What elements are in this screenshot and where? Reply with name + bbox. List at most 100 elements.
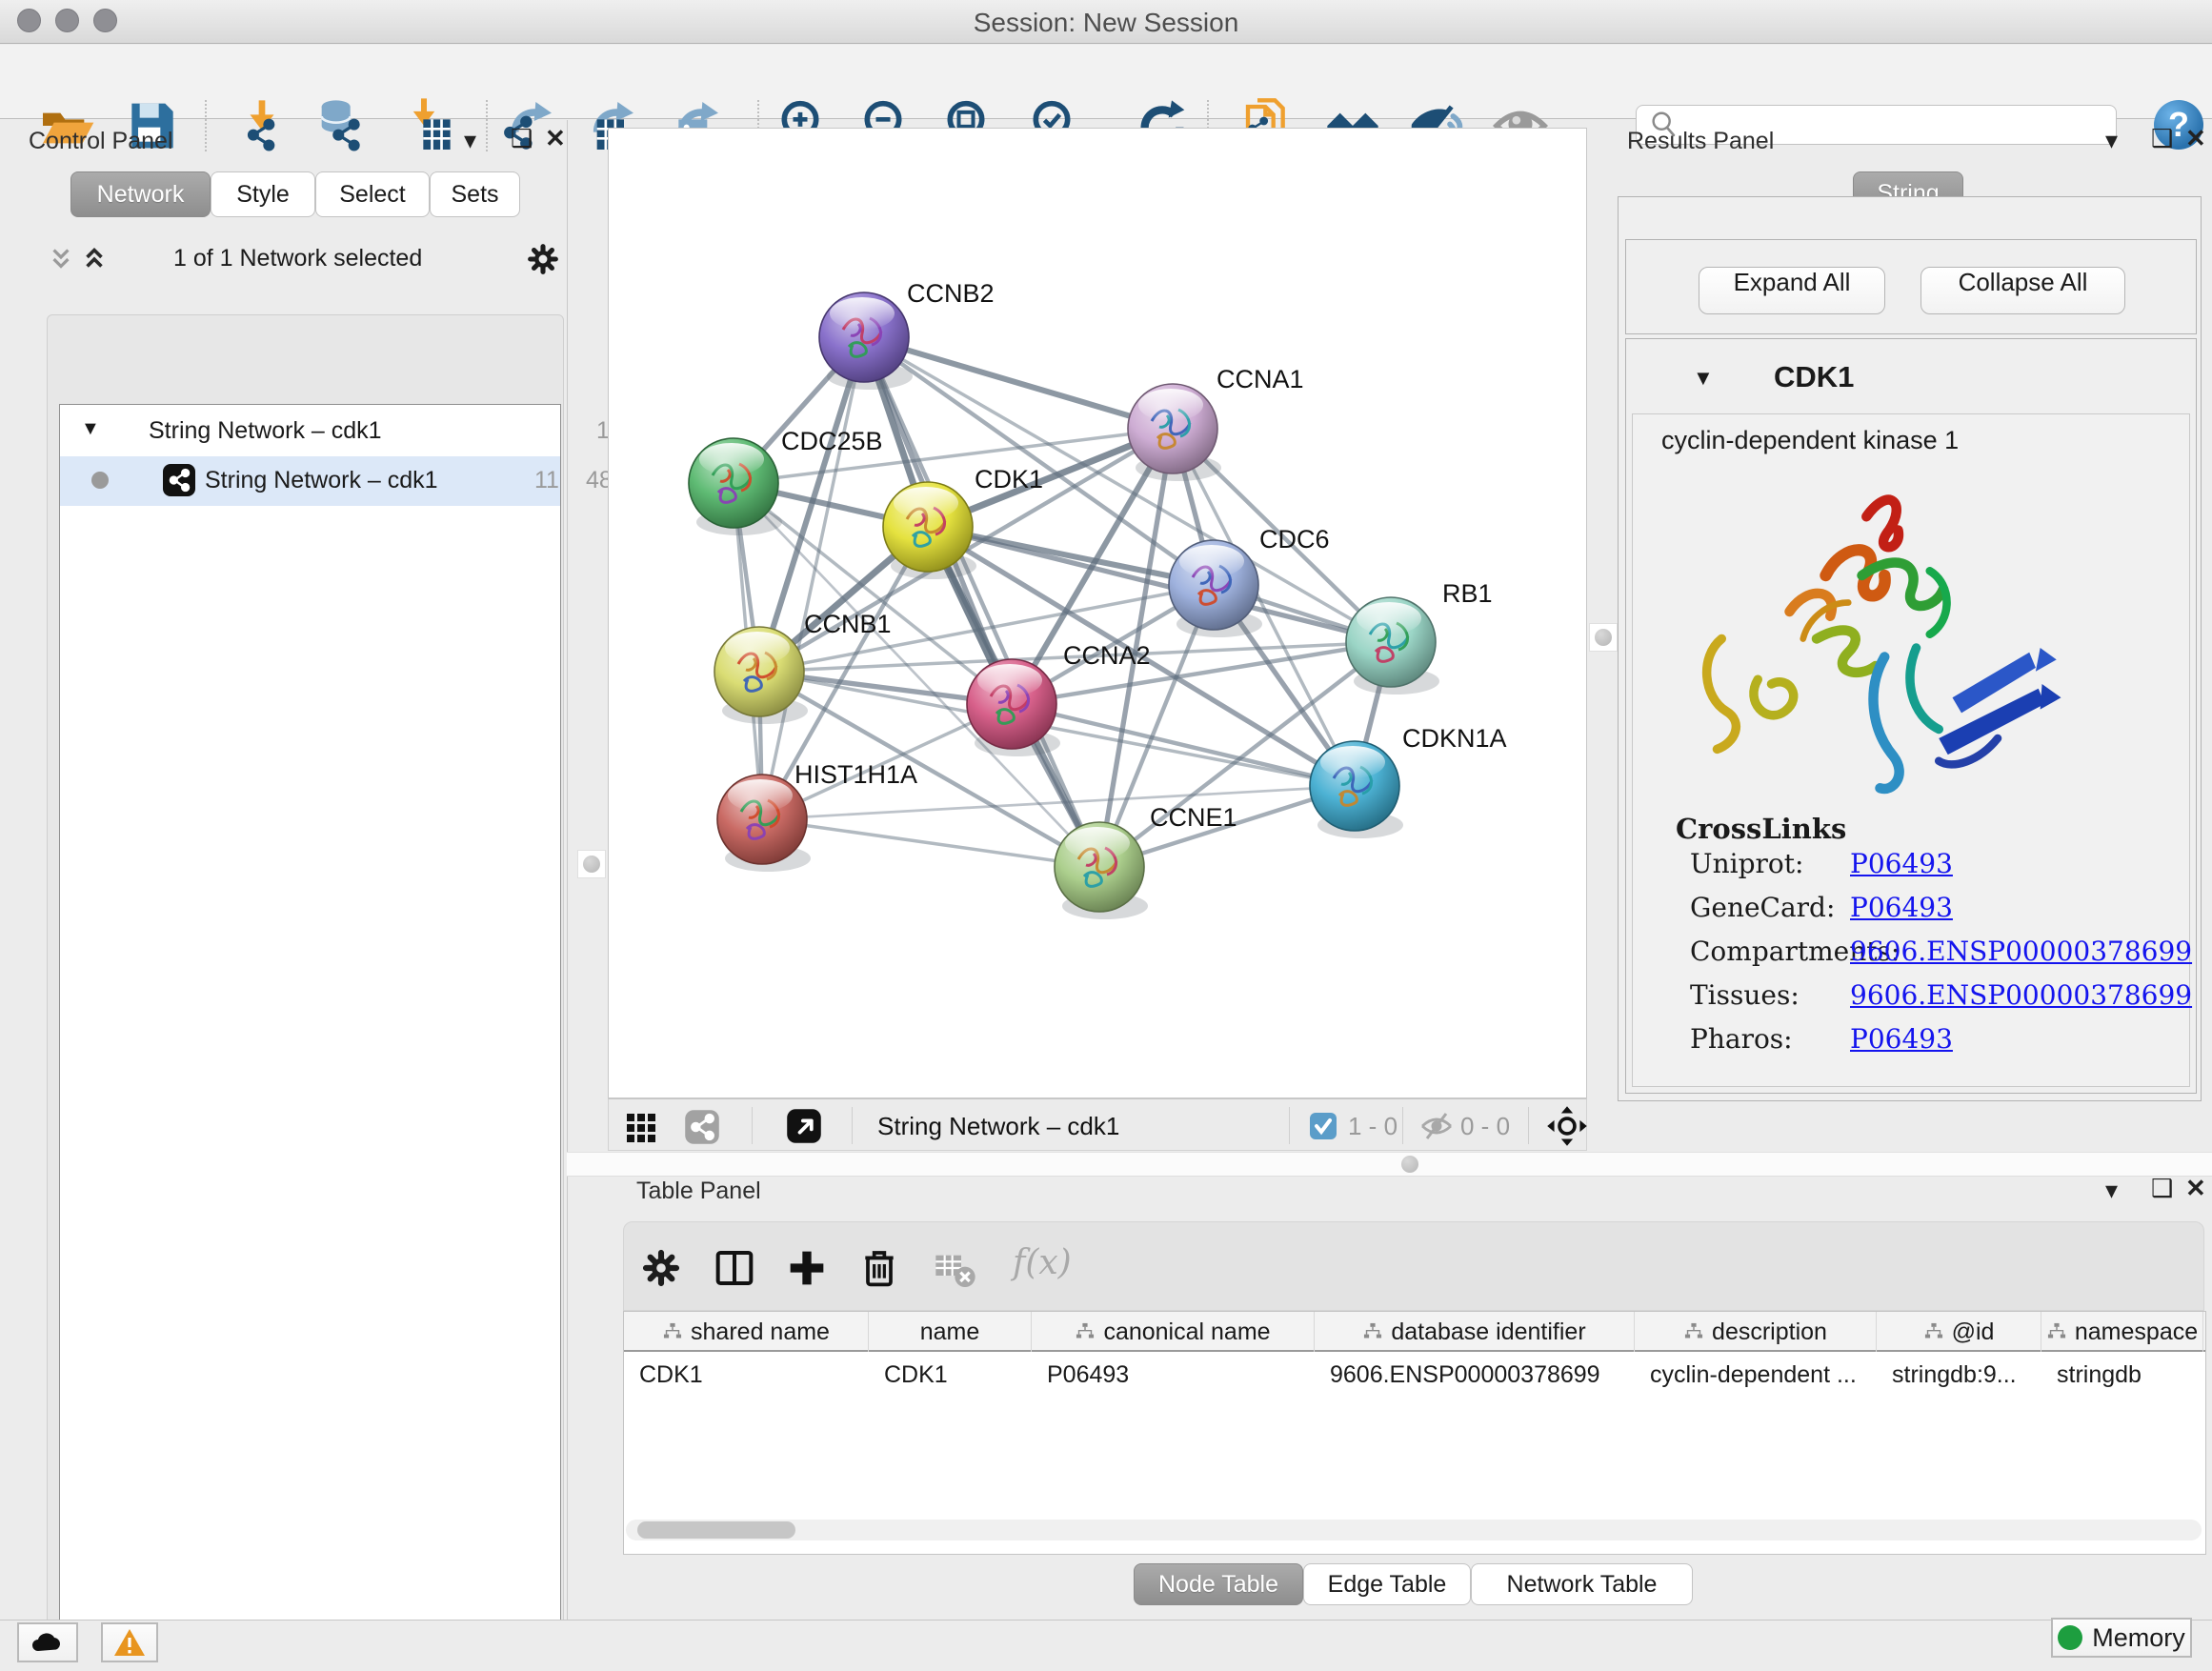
tab-sets[interactable]: Sets [430, 171, 520, 217]
table-panel-collapse-icon[interactable]: ▾ [2105, 1176, 2118, 1205]
network-canvas[interactable]: CCNB2 CCNA1 CDC25B CDK1 [608, 128, 1587, 1098]
string-network-graph[interactable]: CCNB2 CCNA1 CDC25B CDK1 [609, 129, 1586, 1097]
column-header-canonical-name[interactable]: canonical name [1032, 1312, 1315, 1352]
network-row[interactable]: String Network – cdk1 11 48 [60, 456, 560, 506]
results-panel-close-icon[interactable]: ✕ [2185, 124, 2206, 153]
collapse-all-icon[interactable] [45, 242, 77, 274]
cdk1-result-body: cyclin-dependent kinase 1 CrossLinks [1632, 413, 2190, 1087]
table-row[interactable]: CDK1CDK1P064939606.ENSP00000378699cyclin… [624, 1354, 2205, 1396]
column-header-description[interactable]: description [1635, 1312, 1877, 1352]
node-HIST1H1A[interactable] [717, 775, 811, 872]
expand-all-button[interactable]: Expand All [1699, 267, 1885, 314]
result-entry-description: cyclin-dependent kinase 1 [1661, 426, 1959, 455]
horizontal-splitter[interactable] [567, 1152, 2212, 1177]
network-view-title: String Network – cdk1 [877, 1112, 1119, 1141]
memory-button[interactable]: Memory [2051, 1618, 2192, 1658]
open-in-new-window-icon[interactable] [785, 1107, 823, 1145]
table-cell[interactable]: 9606.ENSP00000378699 [1315, 1354, 1635, 1396]
control-panel-close-icon[interactable]: ✕ [545, 124, 566, 153]
crosslink-link[interactable]: P06493 [1850, 1023, 1953, 1055]
crosslink-link[interactable]: 9606.ENSP00000378699 [1850, 936, 2192, 967]
network-name: String Network – cdk1 [205, 467, 438, 494]
cdk1-expander-icon[interactable]: ▼ [1693, 366, 1714, 391]
node-label-CCNA1: CCNA1 [1217, 365, 1304, 393]
table-cell[interactable]: stringdb [2041, 1354, 2203, 1396]
results-panel-collapse-icon[interactable]: ▾ [2105, 126, 2118, 155]
crosslinks-heading: CrossLinks [1676, 813, 1846, 845]
table-options-gear-icon[interactable] [638, 1245, 684, 1291]
collection-expander-icon[interactable]: ▼ [81, 418, 100, 440]
expand-all-icon[interactable] [78, 242, 111, 274]
node-RB1[interactable] [1346, 597, 1439, 695]
status-bar: Memory [0, 1620, 2212, 1671]
table-cell[interactable]: cyclin-dependent ... [1635, 1354, 1877, 1396]
collection-name: String Network – cdk1 [149, 417, 382, 445]
warning-button[interactable] [101, 1622, 158, 1662]
table-panel-float-icon[interactable]: ❑ [2151, 1174, 2173, 1203]
table-horizontal-scrollbar[interactable] [626, 1520, 2202, 1540]
control-panel-float-icon[interactable]: ❑ [511, 124, 533, 153]
network-collection-row[interactable]: ▼ String Network – cdk1 1 [60, 407, 560, 456]
network-node-count: 11 [534, 467, 559, 494]
window-title: Session: New Session [0, 8, 2212, 38]
grid-view-icon[interactable] [625, 1110, 659, 1144]
scrollbar-thumb[interactable] [637, 1521, 795, 1539]
node-CCNE1[interactable] [1055, 822, 1148, 919]
node-label-RB1: RB1 [1442, 579, 1493, 608]
selected-nodes-edges-count: 1 - 0 [1348, 1112, 1398, 1141]
results-panel-title: Results Panel [1627, 128, 1774, 155]
table-cell[interactable]: CDK1 [624, 1354, 869, 1396]
network-overview-icon[interactable] [683, 1108, 721, 1146]
node-CCNA1[interactable] [1128, 384, 1221, 481]
crosslink-link[interactable]: P06493 [1850, 892, 1953, 923]
show-columns-icon[interactable] [712, 1245, 757, 1291]
table-cell[interactable]: stringdb:9... [1877, 1354, 2041, 1396]
column-header-namespace[interactable]: namespace [2041, 1312, 2203, 1352]
node-CDKN1A[interactable] [1310, 741, 1403, 838]
node-CDK1[interactable] [883, 482, 976, 579]
collapse-all-button[interactable]: Collapse All [1920, 267, 2125, 314]
table-panel-close-icon[interactable]: ✕ [2185, 1174, 2206, 1203]
node-CDC25B[interactable] [689, 438, 782, 535]
string-results-buttons: Expand All Collapse All [1625, 239, 2197, 334]
cloud-icon [29, 1628, 67, 1657]
tab-edge-table[interactable]: Edge Table [1303, 1563, 1471, 1605]
delete-table-icon [931, 1245, 976, 1291]
crosslink-link[interactable]: 9606.ENSP00000378699 [1850, 979, 2192, 1011]
column-header-database-identifier[interactable]: database identifier [1315, 1312, 1635, 1352]
node-label-CDC25B: CDC25B [781, 427, 883, 455]
tab-network[interactable]: Network [70, 171, 211, 217]
right-splitter-handle[interactable] [1589, 623, 1618, 652]
title-bar: Session: New Session [0, 0, 2212, 44]
results-panel-float-icon[interactable]: ❑ [2151, 124, 2173, 153]
tab-network-table[interactable]: Network Table [1471, 1563, 1693, 1605]
hidden-items-eye-icon [1418, 1110, 1455, 1142]
table-panel-title: Table Panel [636, 1178, 761, 1205]
network-status-dot [91, 472, 109, 489]
selected-checkbox-icon[interactable] [1309, 1112, 1337, 1140]
node-CCNB2[interactable] [819, 292, 913, 390]
network-options-gear-icon[interactable] [524, 240, 562, 278]
tab-style[interactable]: Style [211, 171, 315, 217]
tab-node-table[interactable]: Node Table [1134, 1563, 1303, 1605]
tab-select[interactable]: Select [315, 171, 430, 217]
create-column-plus-icon[interactable] [784, 1245, 830, 1291]
column-header-name[interactable]: name [869, 1312, 1032, 1352]
control-panel: Control Panel ▾ ❑ ✕ NetworkStyleSelectSe… [0, 120, 568, 1620]
node-label-CCNE1: CCNE1 [1150, 803, 1237, 832]
column-header--id[interactable]: @id [1877, 1312, 2041, 1352]
left-splitter-handle[interactable] [577, 850, 606, 878]
table-cell[interactable]: CDK1 [869, 1354, 1032, 1396]
birds-eye-view-icon[interactable] [1546, 1105, 1588, 1147]
delete-column-trash-icon[interactable] [856, 1245, 902, 1291]
node-CDC6[interactable] [1169, 540, 1262, 637]
control-panel-title: Control Panel [29, 128, 172, 155]
cloud-button[interactable] [17, 1622, 78, 1662]
splitter-knob[interactable] [1401, 1156, 1418, 1173]
result-entry-name: CDK1 [1774, 360, 1854, 394]
node-CCNA2[interactable] [967, 659, 1060, 756]
crosslink-link[interactable]: P06493 [1850, 848, 1953, 879]
control-panel-collapse-icon[interactable]: ▾ [464, 126, 476, 155]
table-cell[interactable]: P06493 [1032, 1354, 1315, 1396]
column-header-shared-name[interactable]: shared name [624, 1312, 869, 1352]
